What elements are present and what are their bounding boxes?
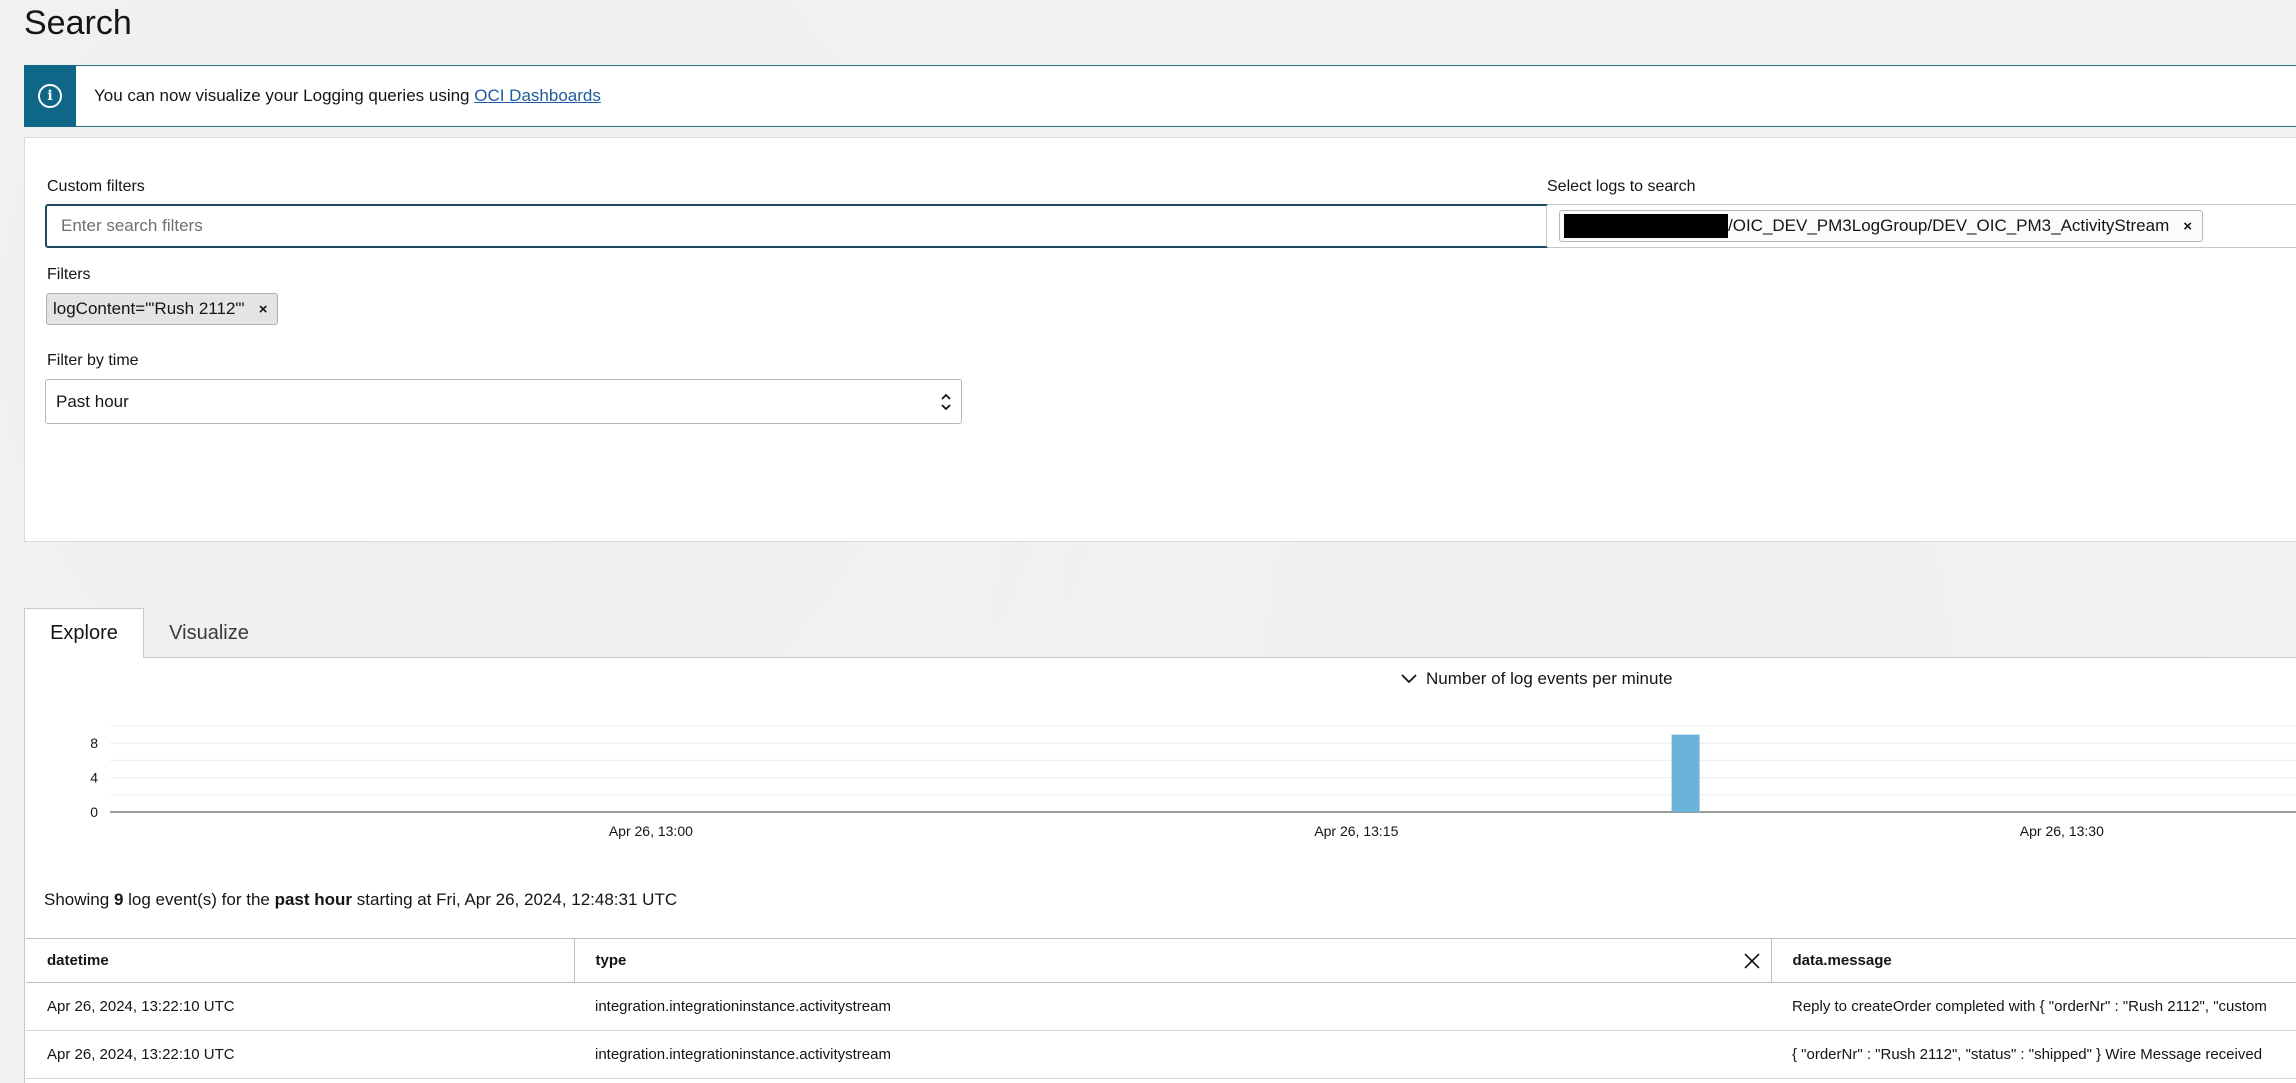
cell-datetime: Apr 26, 2024, 13:22:10 UTC — [26, 982, 574, 1031]
y-tick-label: 8 — [90, 735, 98, 751]
info-banner: i You can now visualize your Logging que… — [24, 65, 2296, 127]
summary-suffix: starting at Fri, Apr 26, 2024, 12:48:31 … — [352, 890, 678, 909]
up-down-chevron-icon — [941, 393, 951, 411]
table-row[interactable]: Apr 26, 2024, 13:22:10 UTC integration.i… — [26, 1030, 2296, 1079]
tab-visualize[interactable]: Visualize — [144, 608, 274, 658]
table-header-row: datetime type data.message — [26, 938, 2296, 983]
summary-count: 9 — [113, 890, 124, 909]
log-results-table: datetime type data.message Apr 26, 2024,… — [26, 938, 2296, 1079]
table-row[interactable]: Apr 26, 2024, 13:22:10 UTC integration.i… — [26, 982, 2296, 1031]
y-tick-label: 0 — [90, 804, 98, 820]
selected-log-text: /OIC_DEV_PM3LogGroup/DEV_OIC_PM3_Activit… — [1728, 216, 2170, 235]
remove-column-close-icon[interactable] — [1743, 952, 1761, 970]
cell-datetime: Apr 26, 2024, 13:22:10 UTC — [26, 1030, 574, 1079]
cell-message: { "orderNr" : "Rush 2112", "status" : "s… — [1771, 1030, 2296, 1079]
column-header-data-message[interactable]: data.message — [1771, 938, 2296, 983]
select-logs-field[interactable]: /OIC_DEV_PM3LogGroup/DEV_OIC_PM3_Activit… — [1546, 204, 2296, 248]
custom-filters-input[interactable] — [45, 204, 1555, 248]
filter-by-time-label: Filter by time — [47, 352, 139, 369]
column-header-type-label: type — [595, 952, 627, 969]
cell-type: integration.integrationinstance.activity… — [574, 982, 1771, 1031]
results-summary: Showing 9 log event(s) for the past hour… — [44, 890, 677, 910]
custom-filters-label: Custom filters — [47, 178, 145, 195]
chevron-down-icon — [1401, 674, 1417, 684]
selected-log-chip: /OIC_DEV_PM3LogGroup/DEV_OIC_PM3_Activit… — [1559, 210, 2203, 242]
redacted-compartment — [1564, 214, 1728, 238]
cell-message: Reply to createOrder completed with { "o… — [1771, 982, 2296, 1031]
select-logs-label: Select logs to search — [1547, 178, 1696, 195]
cell-type: integration.integrationinstance.activity… — [574, 1030, 1771, 1079]
column-header-type[interactable]: type — [574, 938, 1772, 983]
filter-panel: Custom filters Select logs to search /OI… — [24, 137, 2296, 542]
x-tick-label: Apr 26, 13:30 — [2020, 823, 2104, 839]
info-icon: i — [38, 84, 62, 108]
summary-prefix: Showing — [44, 890, 114, 909]
chart-toggle[interactable]: Number of log events per minute — [1400, 669, 1673, 689]
time-select-value: Past hour — [56, 391, 129, 411]
remove-filter-close-icon[interactable]: × — [259, 301, 268, 318]
chart-bar — [1671, 734, 1700, 812]
page-title: Search — [24, 4, 132, 42]
banner-message: You can now visualize your Logging queri… — [94, 86, 601, 106]
remove-log-close-icon[interactable]: × — [2183, 218, 2192, 235]
filters-label: Filters — [47, 266, 91, 283]
oci-dashboards-link[interactable]: OCI Dashboards — [474, 86, 601, 105]
x-tick-label: Apr 26, 13:15 — [1314, 823, 1398, 839]
x-tick-label: Apr 26, 13:00 — [609, 823, 693, 839]
tab-explore[interactable]: Explore — [24, 608, 144, 658]
chart-title: Number of log events per minute — [1426, 669, 1673, 688]
log-events-chart: 0 4 8 Apr 26, 13:00 Apr 26, 13:15 Apr 26, 13:… — [90, 725, 2296, 839]
column-header-datetime[interactable]: datetime — [26, 938, 575, 983]
summary-middle: log event(s) for the — [123, 890, 275, 909]
summary-range: past hour — [274, 890, 353, 909]
active-filter-chip: logContent='"Rush 2112"' × — [46, 293, 279, 325]
y-tick-label: 4 — [90, 770, 98, 786]
explore-panel: Number of log events per minute 0 4 8 Apr 2… — [24, 657, 2296, 1083]
active-filter-text: logContent='"Rush 2112"' — [53, 299, 245, 318]
info-banner-icon-box: i — [24, 65, 76, 127]
filter-by-time-select[interactable]: Past hour — [45, 379, 962, 424]
banner-text: You can now visualize your Logging queri… — [94, 86, 475, 105]
